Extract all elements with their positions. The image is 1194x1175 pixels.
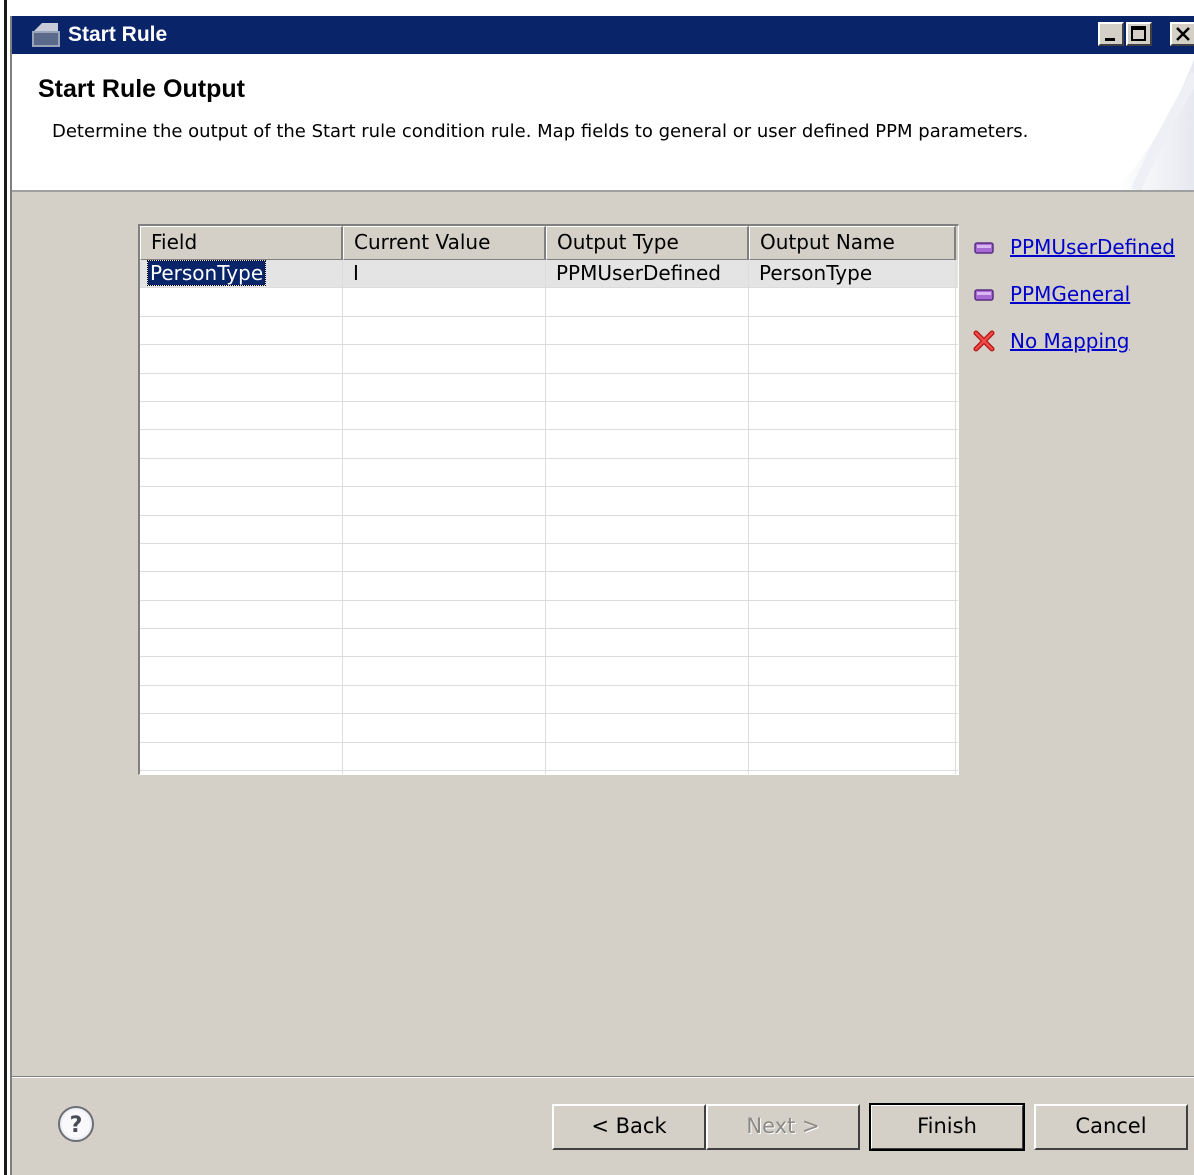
- table-header: Field Current Value Output Type Output N…: [140, 226, 958, 260]
- back-button[interactable]: < Back: [552, 1104, 706, 1150]
- table-row[interactable]: [140, 600, 958, 630]
- page-title: Start Rule Output: [38, 75, 245, 103]
- minimize-icon: [1105, 38, 1115, 41]
- table-row[interactable]: [140, 430, 958, 459]
- purple-parameter-icon: [974, 289, 994, 301]
- table-row[interactable]: [140, 572, 958, 601]
- table-row[interactable]: [140, 742, 958, 772]
- button-bar-separator: [12, 1076, 1194, 1078]
- table-row[interactable]: [140, 345, 958, 374]
- cell-field[interactable]: PersonType: [140, 260, 343, 288]
- title-bar[interactable]: Start Rule: [12, 16, 1194, 54]
- ppm-general-link[interactable]: PPMGeneral: [1010, 279, 1130, 309]
- table-row[interactable]: [140, 714, 958, 743]
- table-row[interactable]: [140, 316, 958, 346]
- cell-output-type[interactable]: PPMUserDefined: [546, 260, 749, 288]
- table-row[interactable]: [140, 515, 958, 544]
- table-row[interactable]: [140, 629, 958, 658]
- mapping-table[interactable]: Field Current Value Output Type Output N…: [138, 224, 959, 775]
- purple-parameter-icon: [974, 242, 994, 254]
- minimize-button[interactable]: [1098, 22, 1124, 46]
- column-header-output-type[interactable]: Output Type: [546, 226, 749, 260]
- table-row[interactable]: [140, 373, 958, 402]
- next-button[interactable]: Next >: [706, 1104, 860, 1150]
- table-row[interactable]: [140, 487, 958, 516]
- table-row[interactable]: [140, 288, 958, 317]
- table-body: PersonType I PPMUserDefined PersonType: [140, 260, 958, 774]
- column-header-current-value[interactable]: Current Value: [343, 226, 546, 260]
- table-row[interactable]: [140, 401, 958, 431]
- table-row[interactable]: PersonType I PPMUserDefined PersonType: [140, 260, 958, 289]
- maximize-button[interactable]: [1126, 22, 1152, 46]
- cancel-button[interactable]: Cancel: [1034, 1104, 1188, 1150]
- no-mapping-link[interactable]: No Mapping: [1010, 326, 1129, 356]
- column-header-output-name[interactable]: Output Name: [749, 226, 956, 260]
- header-banner-graphic: [1116, 59, 1194, 190]
- wizard-header: Start Rule Output Determine the output o…: [12, 54, 1194, 192]
- svg-text:?: ?: [70, 1113, 83, 1138]
- ppm-user-defined-link[interactable]: PPMUserDefined: [1010, 232, 1175, 262]
- close-button[interactable]: [1170, 22, 1194, 46]
- left-edge: [0, 0, 10, 1175]
- selected-field-text: PersonType: [146, 260, 267, 286]
- finish-button[interactable]: Finish: [869, 1103, 1025, 1151]
- table-row[interactable]: [140, 657, 958, 686]
- cell-current-value[interactable]: I: [343, 260, 546, 288]
- table-row[interactable]: [140, 543, 958, 573]
- table-row[interactable]: [140, 771, 958, 774]
- column-header-field[interactable]: Field: [140, 226, 343, 260]
- page-description: Determine the output of the Start rule c…: [52, 121, 1029, 142]
- red-x-icon: [973, 330, 995, 352]
- help-icon[interactable]: ?: [56, 1104, 96, 1144]
- maximize-icon: [1131, 26, 1146, 41]
- wizard-icon: [32, 23, 60, 47]
- table-row[interactable]: [140, 458, 958, 488]
- cell-output-name[interactable]: PersonType: [749, 260, 956, 288]
- table-row[interactable]: [140, 685, 958, 715]
- window-title: Start Rule: [68, 23, 168, 46]
- dialog-window: Start Rule Start Rule Output Determine t…: [10, 16, 1194, 1175]
- close-icon: [1176, 27, 1190, 41]
